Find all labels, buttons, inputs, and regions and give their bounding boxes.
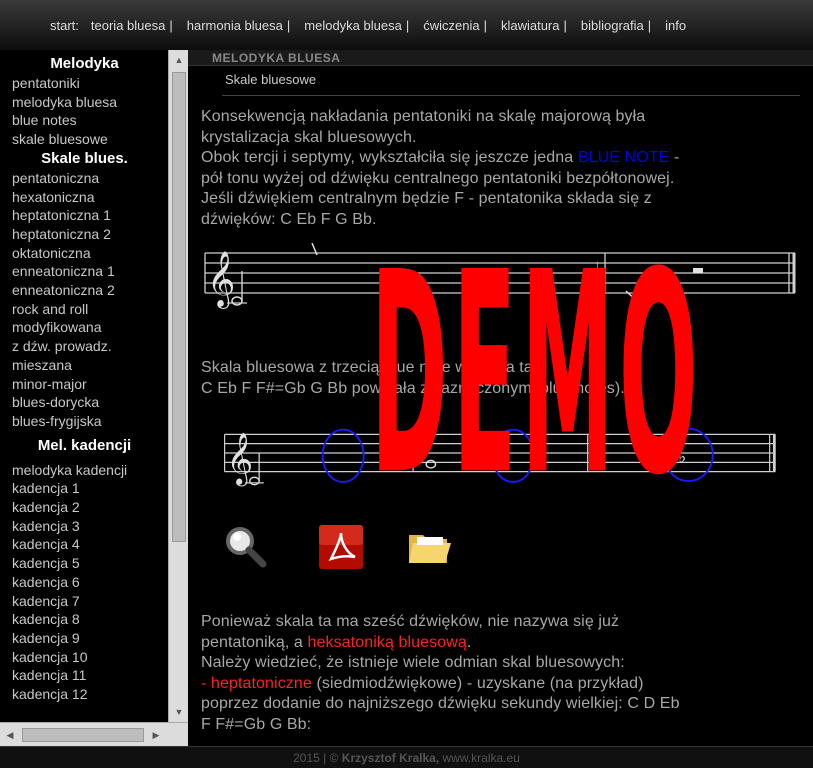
heptatonic-link[interactable]: - heptatoniczne bbox=[201, 675, 312, 692]
sidebar-item[interactable]: kadencja 10 bbox=[12, 648, 168, 667]
sidebar-item[interactable]: kadencja 12 bbox=[12, 685, 168, 704]
footer: 2015 | © Krzysztof Kralka, www.kralka.eu bbox=[0, 746, 813, 768]
text-line: pół tonu wyżej od dźwięku centralnego pe… bbox=[201, 169, 675, 187]
sidebar-item[interactable]: kadencja 11 bbox=[12, 666, 168, 685]
scrollbar-thumb[interactable] bbox=[172, 72, 186, 542]
text-line: F F#=Gb G Bb: bbox=[201, 715, 312, 733]
sidebar-item[interactable]: kadencja 8 bbox=[12, 610, 168, 629]
music-staff-blues-scale: 𝄞 ♭ bbox=[223, 427, 776, 487]
sidebar-item[interactable]: oktatoniczna bbox=[12, 244, 168, 263]
text-line: Ponieważ skala ta ma sześć dźwięków, nie… bbox=[201, 613, 620, 630]
sidebar-item[interactable]: kadencja 1 bbox=[12, 479, 168, 498]
sidebar-item[interactable]: blues-dorycka bbox=[12, 393, 168, 412]
nav-link-klawiatura[interactable]: klawiatura bbox=[501, 18, 560, 33]
sidebar-item[interactable]: blue notes bbox=[12, 111, 168, 130]
text-line: Skala bluesowa z trzecią blue note wyglą… bbox=[201, 359, 546, 376]
sidebar-item[interactable]: rock and roll bbox=[12, 300, 168, 319]
sidebar-heading-melodyka: Melodyka bbox=[50, 55, 119, 72]
sidebar: Melodyka pentatoniki melodyka bluesa blu… bbox=[0, 50, 168, 722]
sidebar-heading-skale: Skale blues. bbox=[41, 149, 128, 167]
nav-separator: | bbox=[169, 17, 173, 33]
sidebar-item[interactable]: minor-major bbox=[12, 375, 168, 394]
page-subtitle: Skale bluesowe bbox=[225, 72, 317, 87]
top-navigation: start: teoria bluesa | harmonia bluesa | m… bbox=[0, 0, 813, 50]
section-title: MELODYKA BLUESA bbox=[188, 50, 813, 66]
nav-separator: | bbox=[286, 17, 291, 33]
sidebar-item[interactable]: enneatoniczna 1 bbox=[12, 262, 168, 281]
pdf-icon[interactable] bbox=[317, 523, 365, 571]
music-staff-pentatonic: 𝄞 ♭ bbox=[204, 243, 796, 309]
blue-note-link[interactable]: BLUE NOTE bbox=[578, 149, 670, 166]
footer-author: Krzysztof Kralka, bbox=[341, 751, 440, 765]
svg-text:𝄞: 𝄞 bbox=[207, 251, 235, 309]
text-line: pentatoniką, a heksatoniką bluesową. bbox=[201, 633, 472, 651]
sidebar-item[interactable]: mieszana bbox=[12, 356, 168, 375]
scroll-down-arrow-icon[interactable]: ▼ bbox=[169, 704, 189, 720]
sidebar-item[interactable]: heptatoniczna 2 bbox=[12, 225, 168, 244]
nav-separator: | bbox=[563, 17, 567, 33]
nav-link-cwiczenia[interactable]: ćwiczenia bbox=[423, 18, 479, 33]
nav-separator: | bbox=[483, 17, 487, 33]
sidebar-horizontal-scrollbar[interactable]: ◀ ▶ bbox=[0, 722, 188, 746]
sidebar-heading-kadencje: Mel. kadencji bbox=[37, 436, 132, 454]
sidebar-item[interactable]: enneatoniczna 2 bbox=[12, 281, 168, 300]
sidebar-vertical-scrollbar[interactable]: ▲ ▼ bbox=[168, 50, 188, 722]
nav-link-bibliografia[interactable]: bibliografia bbox=[581, 18, 644, 33]
nav-start-label: start: bbox=[50, 17, 79, 33]
scroll-left-arrow-icon[interactable]: ◀ bbox=[2, 723, 18, 747]
footer-year: 2015 bbox=[293, 751, 320, 765]
main-content: MELODYKA BLUESA Skale bluesowe Konsekwen… bbox=[188, 50, 813, 746]
svg-text:♭: ♭ bbox=[678, 447, 686, 466]
text-line: dźwięków: C Eb F G Bb. bbox=[201, 210, 377, 228]
sidebar-item[interactable]: melodyka kadencji bbox=[12, 461, 168, 480]
sidebar-item[interactable]: blues-frygijska bbox=[12, 412, 168, 431]
magnifier-icon[interactable] bbox=[222, 523, 270, 571]
scroll-right-arrow-icon[interactable]: ▶ bbox=[148, 723, 164, 747]
sidebar-item[interactable]: skale bluesowe bbox=[12, 130, 168, 149]
sidebar-item[interactable]: kadencja 6 bbox=[12, 573, 168, 592]
sidebar-item[interactable]: kadencja 5 bbox=[12, 554, 168, 573]
sidebar-item[interactable]: heptatoniczna 1 bbox=[12, 206, 168, 225]
nav-link-info[interactable]: info bbox=[665, 18, 686, 33]
nav-link-melodyka[interactable]: melodyka bluesa bbox=[304, 18, 402, 33]
text-line: Obok tercji i septymy, wykształciła się … bbox=[201, 149, 680, 166]
text-line: C Eb F F#=Gb G Bb powstała z zaznaczonym… bbox=[201, 379, 625, 397]
sidebar-item[interactable]: modyfikowana bbox=[12, 318, 168, 337]
text-line: poprzez dodanie do najniższego dźwięku s… bbox=[201, 695, 680, 712]
scale-paragraph: Skala bluesowa z trzecią blue note wyglą… bbox=[201, 358, 625, 399]
footer-site-link[interactable]: www.kralka.eu bbox=[439, 751, 520, 765]
text-line: Konsekwencją nakładania pentatoniki na s… bbox=[201, 108, 646, 125]
nav-link-teoria[interactable]: teoria bluesa bbox=[91, 18, 165, 33]
svg-text:𝄞: 𝄞 bbox=[226, 432, 252, 487]
sidebar-item[interactable]: kadencja 2 bbox=[12, 498, 168, 517]
sidebar-item[interactable]: pentatoniczna bbox=[12, 169, 168, 188]
hexatonic-paragraph: Ponieważ skala ta ma sześć dźwięków, nie… bbox=[201, 612, 680, 735]
scroll-up-arrow-icon[interactable]: ▲ bbox=[169, 52, 189, 68]
sidebar-item[interactable]: kadencja 7 bbox=[12, 592, 168, 611]
sidebar-item[interactable]: hexatoniczna bbox=[12, 188, 168, 207]
text-line: krystalizacja skal bluesowych. bbox=[201, 128, 417, 146]
text-line: Należy wiedzieć, że istnieje wiele odmia… bbox=[201, 654, 625, 671]
divider bbox=[222, 95, 800, 96]
scrollbar-thumb[interactable] bbox=[22, 728, 144, 742]
svg-text:♭: ♭ bbox=[595, 258, 605, 283]
sidebar-item[interactable]: kadencja 9 bbox=[12, 629, 168, 648]
intro-paragraph: Konsekwencją nakładania pentatoniki na s… bbox=[201, 107, 679, 230]
folder-icon[interactable] bbox=[405, 523, 453, 571]
hexatonic-highlight: heksatoniką bluesową bbox=[307, 633, 467, 651]
sidebar-item[interactable]: pentatoniki bbox=[12, 74, 168, 93]
text-line: Jeśli dźwiękiem centralnym będzie F - pe… bbox=[201, 190, 652, 207]
nav-link-harmonia[interactable]: harmonia bluesa bbox=[187, 18, 283, 33]
nav-separator: | bbox=[647, 17, 652, 33]
text-line: - heptatoniczne (siedmiodźwiękowe) - uzy… bbox=[201, 674, 644, 692]
sidebar-item[interactable]: melodyka bluesa bbox=[12, 93, 168, 112]
sidebar-item[interactable]: kadencja 3 bbox=[12, 517, 168, 536]
nav-separator: | bbox=[405, 17, 410, 33]
sidebar-item[interactable]: kadencja 4 bbox=[12, 535, 168, 554]
sidebar-item[interactable]: z dźw. prowadz. bbox=[12, 337, 168, 356]
